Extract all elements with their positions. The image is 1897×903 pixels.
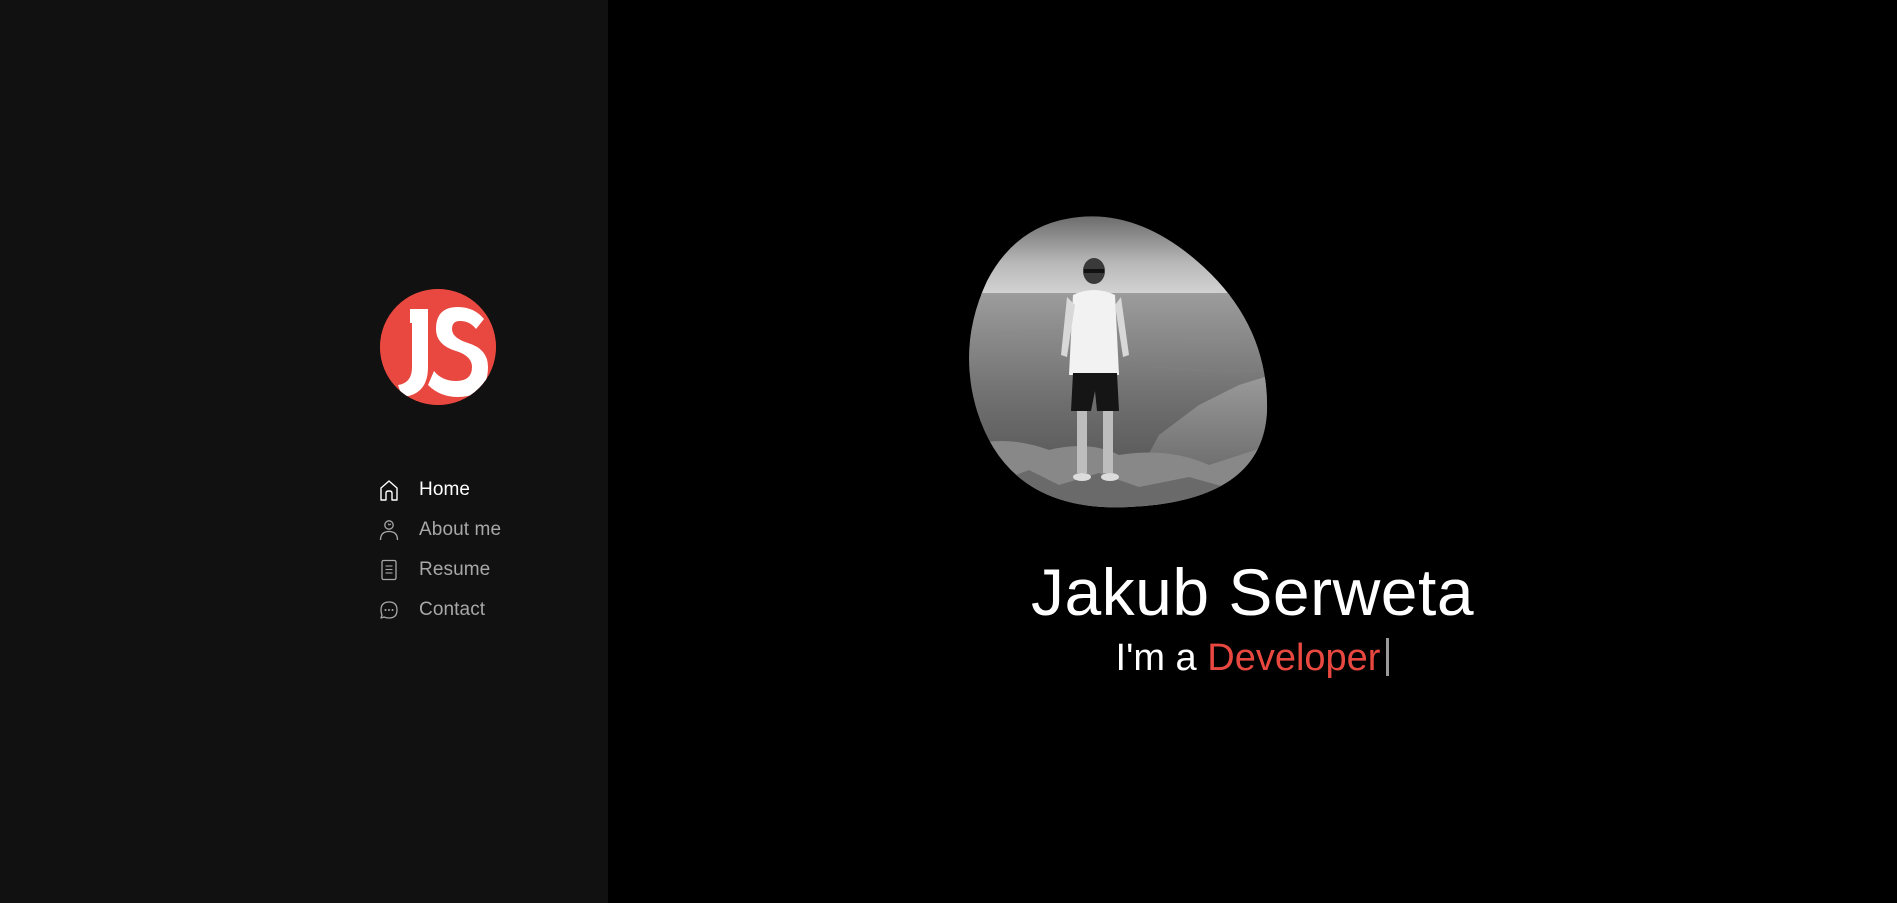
user-icon bbox=[378, 519, 400, 541]
tagline-role: Developer bbox=[1207, 637, 1381, 679]
hero-tagline: I'm a Developer bbox=[608, 634, 1897, 682]
typing-caret bbox=[1386, 638, 1390, 676]
tagline-prefix: I'm a bbox=[1115, 637, 1197, 679]
logo-mark bbox=[380, 289, 496, 405]
hero-name: Jakub Serweta bbox=[1030, 555, 1475, 629]
nav-item-resume[interactable]: Resume bbox=[378, 550, 501, 590]
main-content: Jakub Serweta I'm a Developer bbox=[608, 0, 1897, 903]
nav-label-resume: Resume bbox=[419, 559, 491, 580]
chat-icon bbox=[378, 599, 400, 621]
nav-label-contact: Contact bbox=[419, 599, 486, 620]
nav-item-home[interactable]: Home bbox=[378, 470, 501, 510]
home-icon bbox=[378, 479, 400, 501]
profile-photo bbox=[969, 215, 1271, 509]
logo[interactable] bbox=[380, 289, 496, 405]
nav-item-about[interactable]: About me bbox=[378, 510, 501, 550]
main-nav: Home About me Resume Contact bbox=[378, 470, 501, 630]
nav-label-about: About me bbox=[419, 519, 502, 540]
nav-label-home: Home bbox=[419, 479, 471, 500]
document-icon bbox=[378, 559, 400, 581]
app: Home About me Resume Contact Jakub Serwe… bbox=[0, 0, 1897, 903]
nav-item-contact[interactable]: Contact bbox=[378, 590, 501, 630]
sidebar: Home About me Resume Contact bbox=[0, 0, 608, 903]
